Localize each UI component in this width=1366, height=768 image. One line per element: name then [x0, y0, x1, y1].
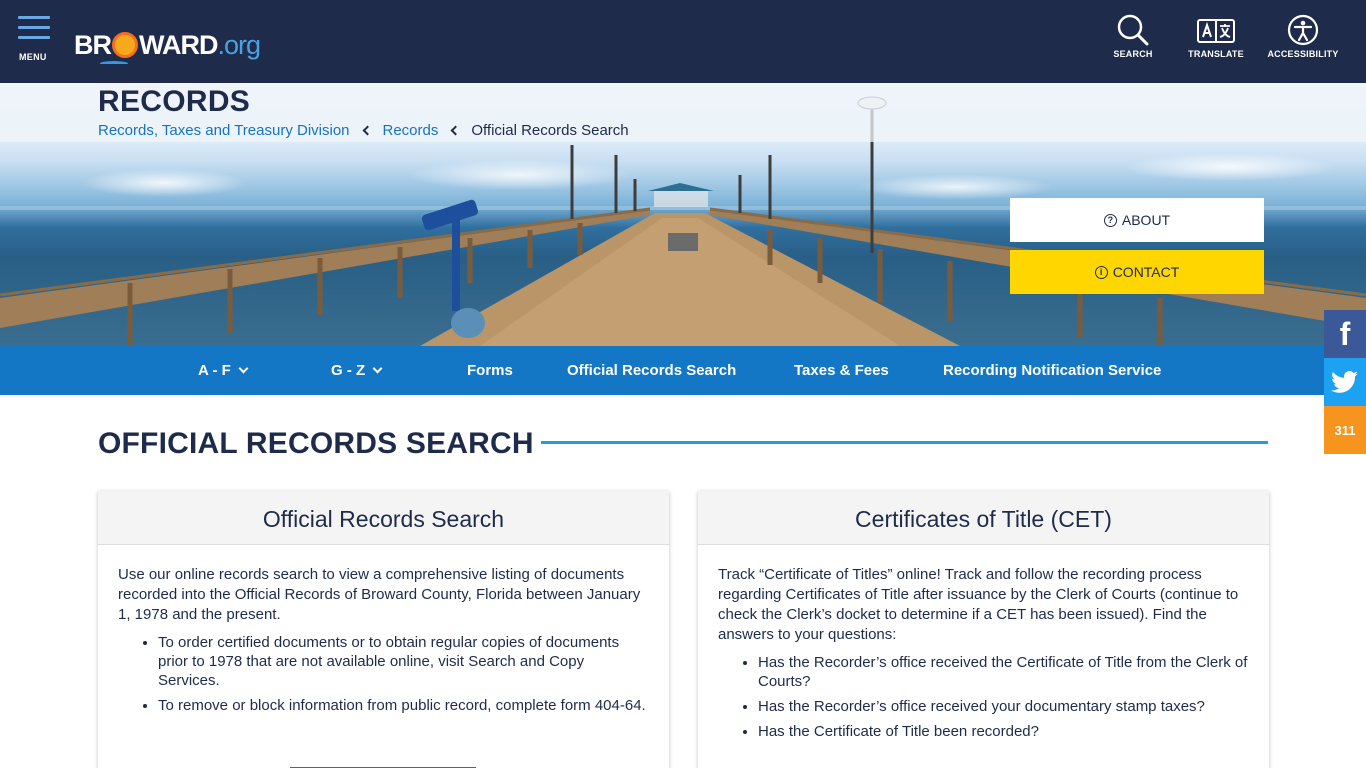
accessibility-icon — [1287, 14, 1319, 46]
accessibility-button[interactable]: ACCESSIBILITY — [1264, 14, 1342, 70]
info-circle-icon: i — [1094, 265, 1108, 279]
breadcrumb-link-division[interactable]: Records, Taxes and Treasury Division — [98, 122, 350, 139]
heading-rule — [541, 441, 1268, 444]
nav-item-a-f-label: A - F — [198, 362, 231, 379]
nav-item-a-f[interactable]: A - F — [198, 346, 249, 395]
logo-text-mid: WARD — [139, 29, 218, 60]
search-label: SEARCH — [1113, 49, 1153, 59]
list-item: Has the Certificate of Title been record… — [758, 722, 1249, 741]
hero-banner: RECORDS Records, Taxes and Treasury Divi… — [0, 83, 1366, 346]
search-icon — [1117, 14, 1149, 46]
nav-item-recording-notification[interactable]: Recording Notification Service — [943, 346, 1161, 395]
logo-sun-icon — [112, 32, 138, 58]
translate-icon — [1197, 19, 1235, 43]
nav-item-g-z[interactable]: G - Z — [331, 346, 383, 395]
logo-wave-icon — [100, 61, 128, 66]
section-nav: A - F G - Z Forms Official Records Searc… — [0, 346, 1366, 395]
twitter-bird-icon — [1331, 371, 1358, 393]
question-circle-icon: ? — [1103, 213, 1117, 227]
nav-item-official-records-search[interactable]: Official Records Search — [567, 346, 736, 395]
section-heading: OFFICIAL RECORDS SEARCH — [98, 427, 534, 460]
twitter-button[interactable] — [1324, 358, 1366, 406]
translate-button[interactable]: TRANSLATE — [1186, 14, 1246, 70]
three11-button[interactable]: 311 — [1324, 406, 1366, 454]
facebook-button[interactable]: f — [1324, 310, 1366, 358]
facebook-icon: f — [1339, 315, 1351, 352]
menu-label: MENU — [19, 52, 47, 62]
card-intro: Use our online records search to view a … — [118, 566, 641, 623]
list-item: To remove or block information from publ… — [158, 696, 649, 715]
breadcrumb-link-records[interactable]: Records — [383, 122, 439, 139]
translate-label: TRANSLATE — [1188, 49, 1244, 59]
contact-button[interactable]: i CONTACT — [1010, 250, 1264, 294]
page-title: RECORDS — [98, 85, 251, 118]
site-header: MENU BR WARD .org SEARCH TRANSLATE ACCES… — [0, 0, 1366, 83]
about-button[interactable]: ? ABOUT — [1010, 198, 1264, 242]
list-item: Has the Recorder’s office received your … — [758, 697, 1249, 716]
logo-text-pre: BR — [74, 29, 112, 60]
card-body: Track “Certificate of Titles” online! Tr… — [698, 545, 1269, 741]
list-item: To order certified documents or to obtai… — [158, 633, 649, 690]
chevron-down-icon — [372, 363, 383, 374]
card-body: Use our online records search to view a … — [98, 545, 669, 715]
chevron-down-icon — [238, 363, 249, 374]
nav-item-forms[interactable]: Forms — [467, 346, 513, 395]
chevron-left-icon — [450, 125, 461, 136]
list-item: Has the Recorder’s office received the C… — [758, 653, 1249, 691]
nav-item-g-z-label: G - Z — [331, 362, 366, 379]
card-title: Certificates of Title (CET) — [698, 491, 1269, 545]
card-certificates-of-title: Certificates of Title (CET) Track “Certi… — [698, 491, 1269, 768]
card-official-records-search: Official Records Search Use our online r… — [98, 491, 669, 768]
card-bullet-list: Has the Recorder’s office received the C… — [758, 653, 1249, 741]
menu-button[interactable]: MENU — [18, 16, 54, 66]
contact-label: CONTACT — [1112, 264, 1180, 280]
card-intro: Track “Certificate of Titles” online! Tr… — [718, 566, 1239, 643]
hamburger-icon — [18, 16, 54, 39]
breadcrumb: Records, Taxes and Treasury Division Rec… — [98, 122, 629, 139]
chevron-left-icon — [362, 125, 372, 136]
accessibility-label: ACCESSIBILITY — [1267, 49, 1339, 59]
card-title: Official Records Search — [98, 491, 669, 545]
card-bullet-list: To order certified documents or to obtai… — [158, 633, 649, 715]
logo-text-suffix: .org — [217, 29, 262, 60]
search-button[interactable]: SEARCH — [1110, 14, 1156, 70]
nav-item-taxes-fees[interactable]: Taxes & Fees — [794, 346, 889, 395]
broward-logo[interactable]: BR WARD .org — [74, 24, 262, 66]
about-label: ABOUT — [1121, 212, 1171, 228]
breadcrumb-current: Official Records Search — [471, 122, 629, 139]
page: MENU BR WARD .org SEARCH TRANSLATE ACCES… — [0, 0, 1366, 768]
